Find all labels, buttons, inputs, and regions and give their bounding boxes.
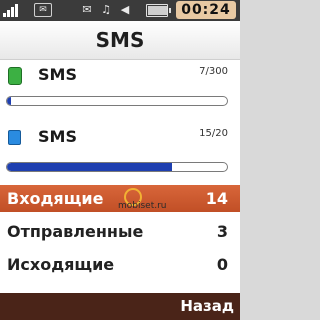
page-title: SMS: [0, 21, 240, 60]
storage-label: SMS: [38, 65, 77, 84]
folder-label: Отправленные: [7, 222, 144, 241]
storage-progress-fill: [7, 163, 172, 171]
folder-label: Входящие: [7, 189, 104, 208]
sms-screen: ✉ ✉ ♫ ◀ 00:24 SMS SMS 7/300 SMS 15/20 Вх…: [0, 0, 240, 320]
back-softkey[interactable]: Назад: [180, 297, 234, 315]
phone-memory-icon: [8, 67, 22, 85]
folder-item-outbox[interactable]: Исходящие 0: [0, 251, 240, 278]
phone-storage: SMS 7/300: [0, 60, 240, 120]
speaker-icon: ◀: [120, 3, 130, 16]
storage-progress-fill: [7, 97, 12, 105]
folder-count: 0: [216, 255, 228, 274]
storage-label: SMS: [38, 127, 77, 146]
watermark: mobiset.ru: [118, 201, 167, 211]
storage-progress-bar: [6, 96, 228, 106]
signal-icon: [3, 2, 21, 18]
sim-storage: SMS 15/20: [0, 122, 240, 190]
music-icon: ♫: [101, 3, 111, 16]
folder-item-sent[interactable]: Отправленные 3: [0, 218, 240, 245]
battery-level: [148, 6, 167, 15]
storage-progress-bar: [6, 162, 228, 172]
folder-count: 14: [205, 189, 228, 208]
mail-icon: ✉: [82, 3, 92, 16]
folder-count: 3: [216, 222, 228, 241]
message-indicator-icon: ✉: [34, 3, 52, 17]
storage-count: 7/300: [199, 66, 228, 77]
softkey-bar: Назад: [0, 293, 240, 320]
status-bar: ✉ ✉ ♫ ◀ 00:24: [0, 0, 240, 21]
clock: 00:24: [176, 1, 236, 19]
storage-count: 15/20: [199, 128, 228, 139]
sim-card-icon: [8, 130, 21, 145]
folder-label: Исходящие: [7, 255, 115, 274]
battery-icon: [146, 4, 171, 17]
